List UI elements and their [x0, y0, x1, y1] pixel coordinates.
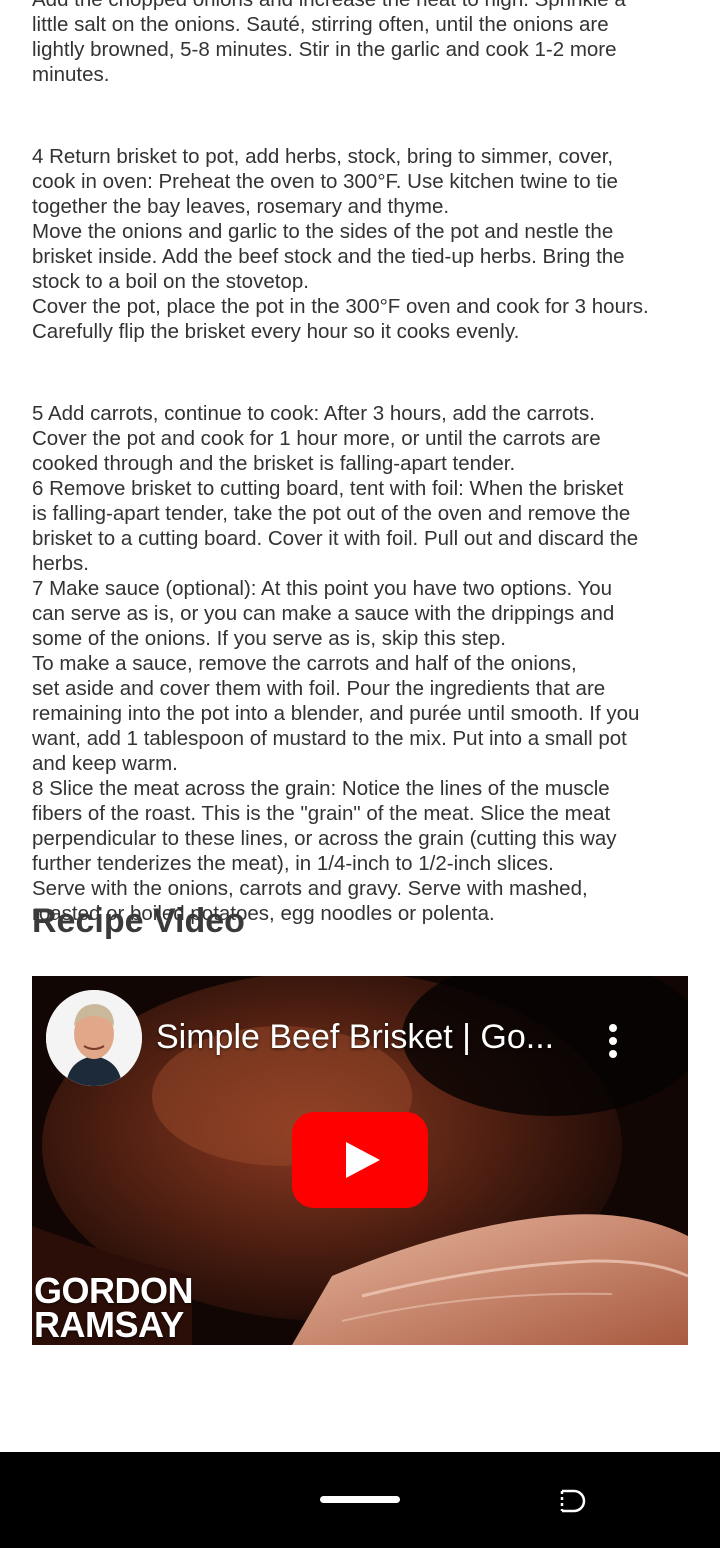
instruction-line: cook in oven: Preheat the oven to 300°F.…	[32, 170, 618, 193]
instruction-line: set aside and cover them with foil. Pour…	[32, 677, 606, 700]
instruction-line: Cover the pot, place the pot in the 300°…	[32, 295, 649, 318]
recipe-video-heading: Recipe Video	[32, 902, 245, 940]
instruction-line: Move the onions and garlic to the sides …	[32, 220, 614, 243]
channel-avatar[interactable]	[46, 990, 142, 1086]
instruction-line: brisket to a cutting board. Cover it wit…	[32, 527, 639, 550]
instruction-line: can serve as is, or you can make a sauce…	[32, 602, 615, 625]
system-navigation-bar	[0, 1452, 720, 1548]
instruction-line: lightly browned, 5-8 minutes. Stir in th…	[32, 38, 617, 61]
brand-line-2: RAMSAY	[34, 1304, 184, 1345]
instruction-line: stock to a boil on the stovetop.	[32, 270, 309, 293]
instruction-line: cooked through and the brisket is fallin…	[32, 452, 516, 475]
brand-line-1: GORDON	[34, 1270, 194, 1311]
instruction-line: fibers of the roast. This is the "grain"…	[32, 802, 611, 825]
instruction-line: brisket inside. Add the beef stock and t…	[32, 245, 625, 268]
brand-logo: GORDON RAMSAY	[34, 1270, 194, 1345]
recipe-instructions: Add the chopped onions and increase the …	[32, 0, 692, 926]
instruction-line: 8 Slice the meat across the grain: Notic…	[32, 777, 610, 800]
instruction-line: is falling-apart tender, take the pot ou…	[32, 502, 631, 525]
instruction-line: To make a sauce, remove the carrots and …	[32, 652, 577, 675]
instruction-line: Carefully flip the brisket every hour so…	[32, 320, 520, 343]
instruction-line: further tenderizes the meat), in 1/4-inc…	[32, 852, 554, 875]
instruction-line: 4 Return brisket to pot, add herbs, stoc…	[32, 145, 614, 168]
rotate-screen-icon[interactable]	[558, 1486, 588, 1516]
chef-portrait-icon	[46, 990, 142, 1086]
instruction-line: remaining into the pot into a blender, a…	[32, 702, 640, 725]
instruction-line: little salt on the onions. Sauté, stirri…	[32, 13, 609, 36]
youtube-play-icon[interactable]	[292, 1112, 428, 1208]
video-title[interactable]: Simple Beef Brisket | Go...	[156, 1018, 554, 1057]
instruction-line: some of the onions. If you serve as is, …	[32, 627, 507, 650]
instruction-line: minutes.	[32, 63, 110, 86]
instruction-line: 7 Make sauce (optional): At this point y…	[32, 577, 613, 600]
instruction-line: want, add 1 tablespoon of mustard to the…	[32, 727, 627, 750]
instruction-line: 6 Remove brisket to cutting board, tent …	[32, 477, 624, 500]
instruction-line: perpendicular to these lines, or across …	[32, 827, 617, 850]
instruction-line: and keep warm.	[32, 752, 178, 775]
instruction-line: Cover the pot and cook for 1 hour more, …	[32, 427, 601, 450]
instruction-line: together the bay leaves, rosemary and th…	[32, 195, 450, 218]
home-pill-icon[interactable]	[320, 1496, 400, 1503]
instruction-line: herbs.	[32, 552, 89, 575]
video-player[interactable]: Simple Beef Brisket | Go... GORDON RAMSA…	[32, 976, 688, 1345]
instruction-line: Add the chopped onions and increase the …	[32, 0, 692, 12]
instruction-line: 5 Add carrots, continue to cook: After 3…	[32, 402, 595, 425]
more-vertical-icon[interactable]	[598, 1022, 628, 1062]
